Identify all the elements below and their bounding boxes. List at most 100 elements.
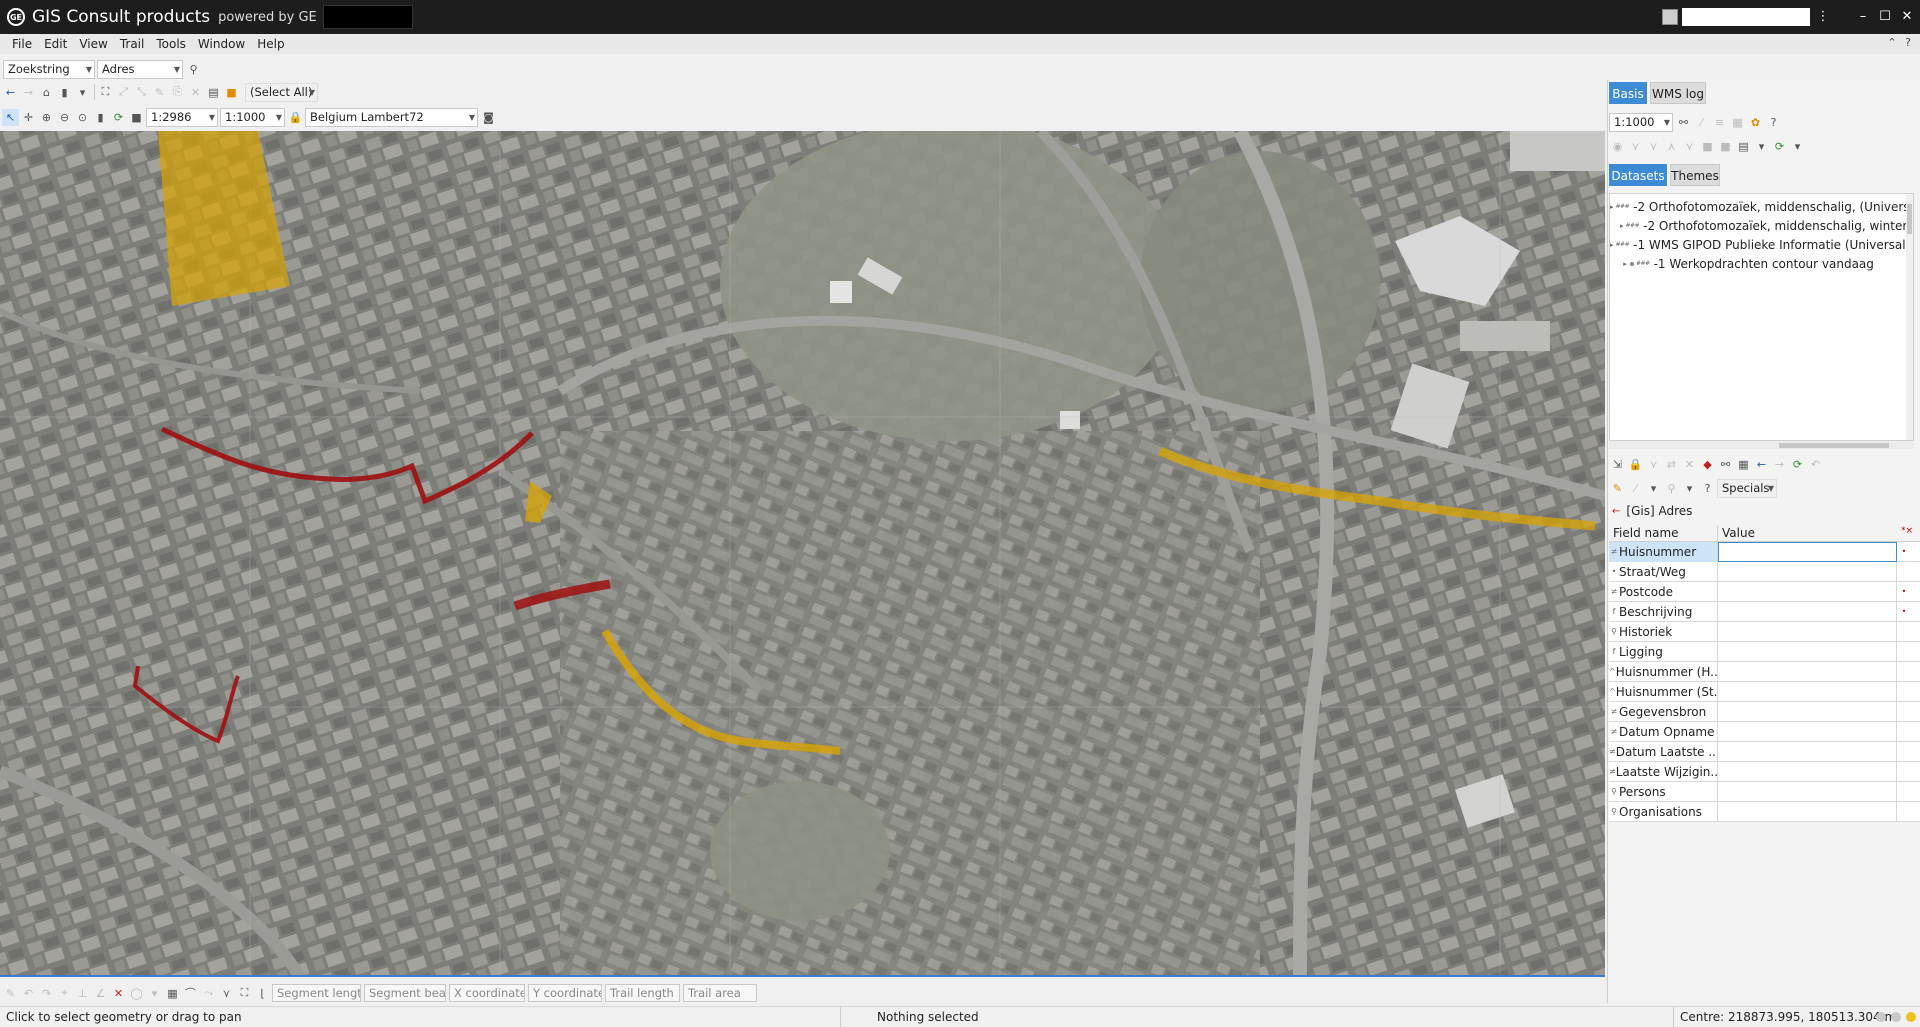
value-input[interactable] (1718, 601, 1897, 622)
expand-icon[interactable]: ▸ (1610, 203, 1614, 211)
tab-wms-log[interactable]: WMS log (1650, 82, 1706, 104)
scale-preset-select[interactable]: 1:1000 ▼ (220, 107, 285, 127)
binoculars-icon[interactable]: ⚯ (1717, 456, 1734, 473)
arrow-right-icon[interactable]: → (1771, 456, 1788, 473)
pan-tool-icon[interactable]: ✛ (20, 109, 37, 126)
tree-horizontal-scrollbar[interactable] (1609, 441, 1914, 449)
bookmark-icon[interactable]: ▮ (56, 84, 73, 101)
dataset-tree[interactable]: ▸ ### -2 Orthofotomozaïek, middenschalig… (1609, 193, 1914, 441)
table-row[interactable]: ≠ Postcode • (1609, 581, 1920, 602)
redo-icon[interactable]: ↷ (38, 985, 55, 1002)
snap-icon[interactable]: ⌖ (56, 985, 73, 1002)
x-coordinate-field[interactable]: X coordinate (449, 984, 525, 1002)
value-input[interactable] (1718, 621, 1897, 642)
tab-themes[interactable]: Themes (1670, 164, 1720, 186)
stop-icon[interactable]: ■ (128, 109, 145, 126)
crs-select[interactable]: Belgium Lambert72 ▼ (305, 107, 478, 127)
tool-icon[interactable]: ⋎ (1645, 456, 1662, 473)
angle-icon[interactable]: ∠ (92, 985, 109, 1002)
field-name-header[interactable]: Field name (1609, 526, 1718, 541)
forward-icon[interactable]: → (20, 84, 37, 101)
lock-icon[interactable]: 🔒 (1627, 456, 1644, 473)
measure-icon[interactable]: ⊥ (74, 985, 91, 1002)
tool-icon[interactable]: ■ (1699, 138, 1716, 155)
table-row[interactable]: ≠ Datum Opname (1609, 721, 1920, 742)
zoom-in-icon[interactable]: ⊕ (38, 109, 55, 126)
list-icon[interactable]: ≡ (1711, 114, 1728, 131)
menu-help[interactable]: Help (251, 34, 290, 54)
folder-icon[interactable]: ■ (223, 84, 240, 101)
zoom-selection-icon[interactable]: ⤡ (133, 84, 150, 101)
palette-icon[interactable]: ✿ (1747, 114, 1764, 131)
tool-icon[interactable]: ⋏ (1663, 138, 1680, 155)
value-input[interactable] (1718, 541, 1897, 562)
dropdown-icon[interactable]: ▾ (1645, 480, 1662, 497)
delete-icon[interactable]: ✕ (187, 84, 204, 101)
value-input[interactable] (1718, 781, 1897, 802)
table-row[interactable]: ≠ Huisnummer • (1609, 541, 1920, 562)
pencil-icon[interactable]: ✎ (2, 985, 19, 1002)
expand-icon[interactable]: ▸ (1610, 241, 1614, 249)
undo-icon[interactable]: ↶ (20, 985, 37, 1002)
menu-trail[interactable]: Trail (114, 34, 151, 54)
value-input[interactable] (1718, 701, 1897, 722)
layers-icon[interactable]: ▤ (205, 84, 222, 101)
edit-icon[interactable]: ✎ (1609, 480, 1626, 497)
value-input[interactable] (1718, 741, 1897, 762)
menu-tools[interactable]: Tools (150, 34, 192, 54)
scrollbar-thumb[interactable] (1779, 443, 1889, 448)
minimize-button[interactable]: – (1854, 8, 1872, 26)
expand-icon[interactable]: ▸ (1620, 222, 1624, 230)
refresh-icon[interactable]: ⟳ (110, 109, 127, 126)
arrow-left-icon[interactable]: ← (1753, 456, 1770, 473)
panel-scale-select[interactable]: 1:1000 ▼ (1609, 112, 1673, 132)
menu-window[interactable]: Window (192, 34, 251, 54)
table-row[interactable]: ≠ Gegevensbron (1609, 701, 1920, 722)
trail-length-field[interactable]: Trail length (605, 984, 680, 1002)
menu-file[interactable]: File (6, 34, 38, 54)
document-icon[interactable]: ▤ (1735, 138, 1752, 155)
sync-icon[interactable]: ⟳ (1771, 138, 1788, 155)
value-input[interactable] (1718, 801, 1897, 822)
full-extent-icon[interactable]: ⊙ (74, 109, 91, 126)
copy-icon[interactable]: ⎘ (169, 84, 186, 101)
table-icon[interactable]: ▦ (1729, 114, 1746, 131)
table-row[interactable]: ⚲ Historiek (1609, 621, 1920, 642)
segment-bearing-field[interactable]: Segment beari (364, 984, 446, 1002)
search-type-select[interactable]: Adres ▼ (97, 59, 183, 79)
zoom-out-icon[interactable]: ⊖ (56, 109, 73, 126)
y-coordinate-field[interactable]: Y coordinate (528, 984, 602, 1002)
select-tool-icon[interactable]: ↖ (2, 108, 19, 126)
value-input[interactable] (1718, 561, 1897, 582)
table-row[interactable]: f Ligging (1609, 641, 1920, 662)
scale-input[interactable]: 1:2986 ▼ (146, 107, 218, 127)
tree-vertical-scrollbar[interactable] (1906, 194, 1913, 440)
specials-dropdown[interactable]: Specials ▼ (1717, 478, 1777, 498)
zoom-layer-icon[interactable]: ⤢ (115, 84, 132, 101)
trail-delete-icon[interactable]: ✕ (110, 985, 127, 1002)
value-input[interactable] (1718, 641, 1897, 662)
table-icon[interactable]: ▦ (1735, 456, 1752, 473)
search-icon[interactable]: ⚲ (185, 61, 202, 78)
user-field[interactable] (1682, 8, 1810, 26)
tool-icon[interactable]: ✕ (1681, 456, 1698, 473)
menu-view[interactable]: View (73, 34, 113, 54)
table-row[interactable]: ⚲ Persons (1609, 781, 1920, 802)
info-icon[interactable]: ▮ (92, 109, 109, 126)
tool-icon[interactable]: ⋎ (1645, 138, 1662, 155)
tool-icon[interactable]: ■ (1717, 138, 1734, 155)
value-input[interactable] (1718, 721, 1897, 742)
value-input[interactable] (1718, 661, 1897, 682)
tool-icon[interactable]: ⋎ (1681, 138, 1698, 155)
tab-basis[interactable]: Basis (1609, 82, 1647, 104)
table-row[interactable]: f Beschrijving • (1609, 601, 1920, 622)
tree-item[interactable]: ▸ ### -2 Orthofotomozaïek, middenschalig… (1610, 216, 1913, 235)
grid-icon[interactable]: ▦ (164, 985, 181, 1002)
edit-icon[interactable]: ✎ (151, 84, 168, 101)
select-icon[interactable]: ⇲ (1609, 456, 1626, 473)
home-icon[interactable]: ⌂ (38, 84, 55, 101)
binoculars-icon[interactable]: ⚯ (1675, 114, 1692, 131)
dropdown-icon[interactable]: ▾ (1753, 138, 1770, 155)
camera-icon[interactable]: ◙ (480, 109, 497, 126)
curve-icon[interactable]: ⌒ (182, 985, 199, 1002)
